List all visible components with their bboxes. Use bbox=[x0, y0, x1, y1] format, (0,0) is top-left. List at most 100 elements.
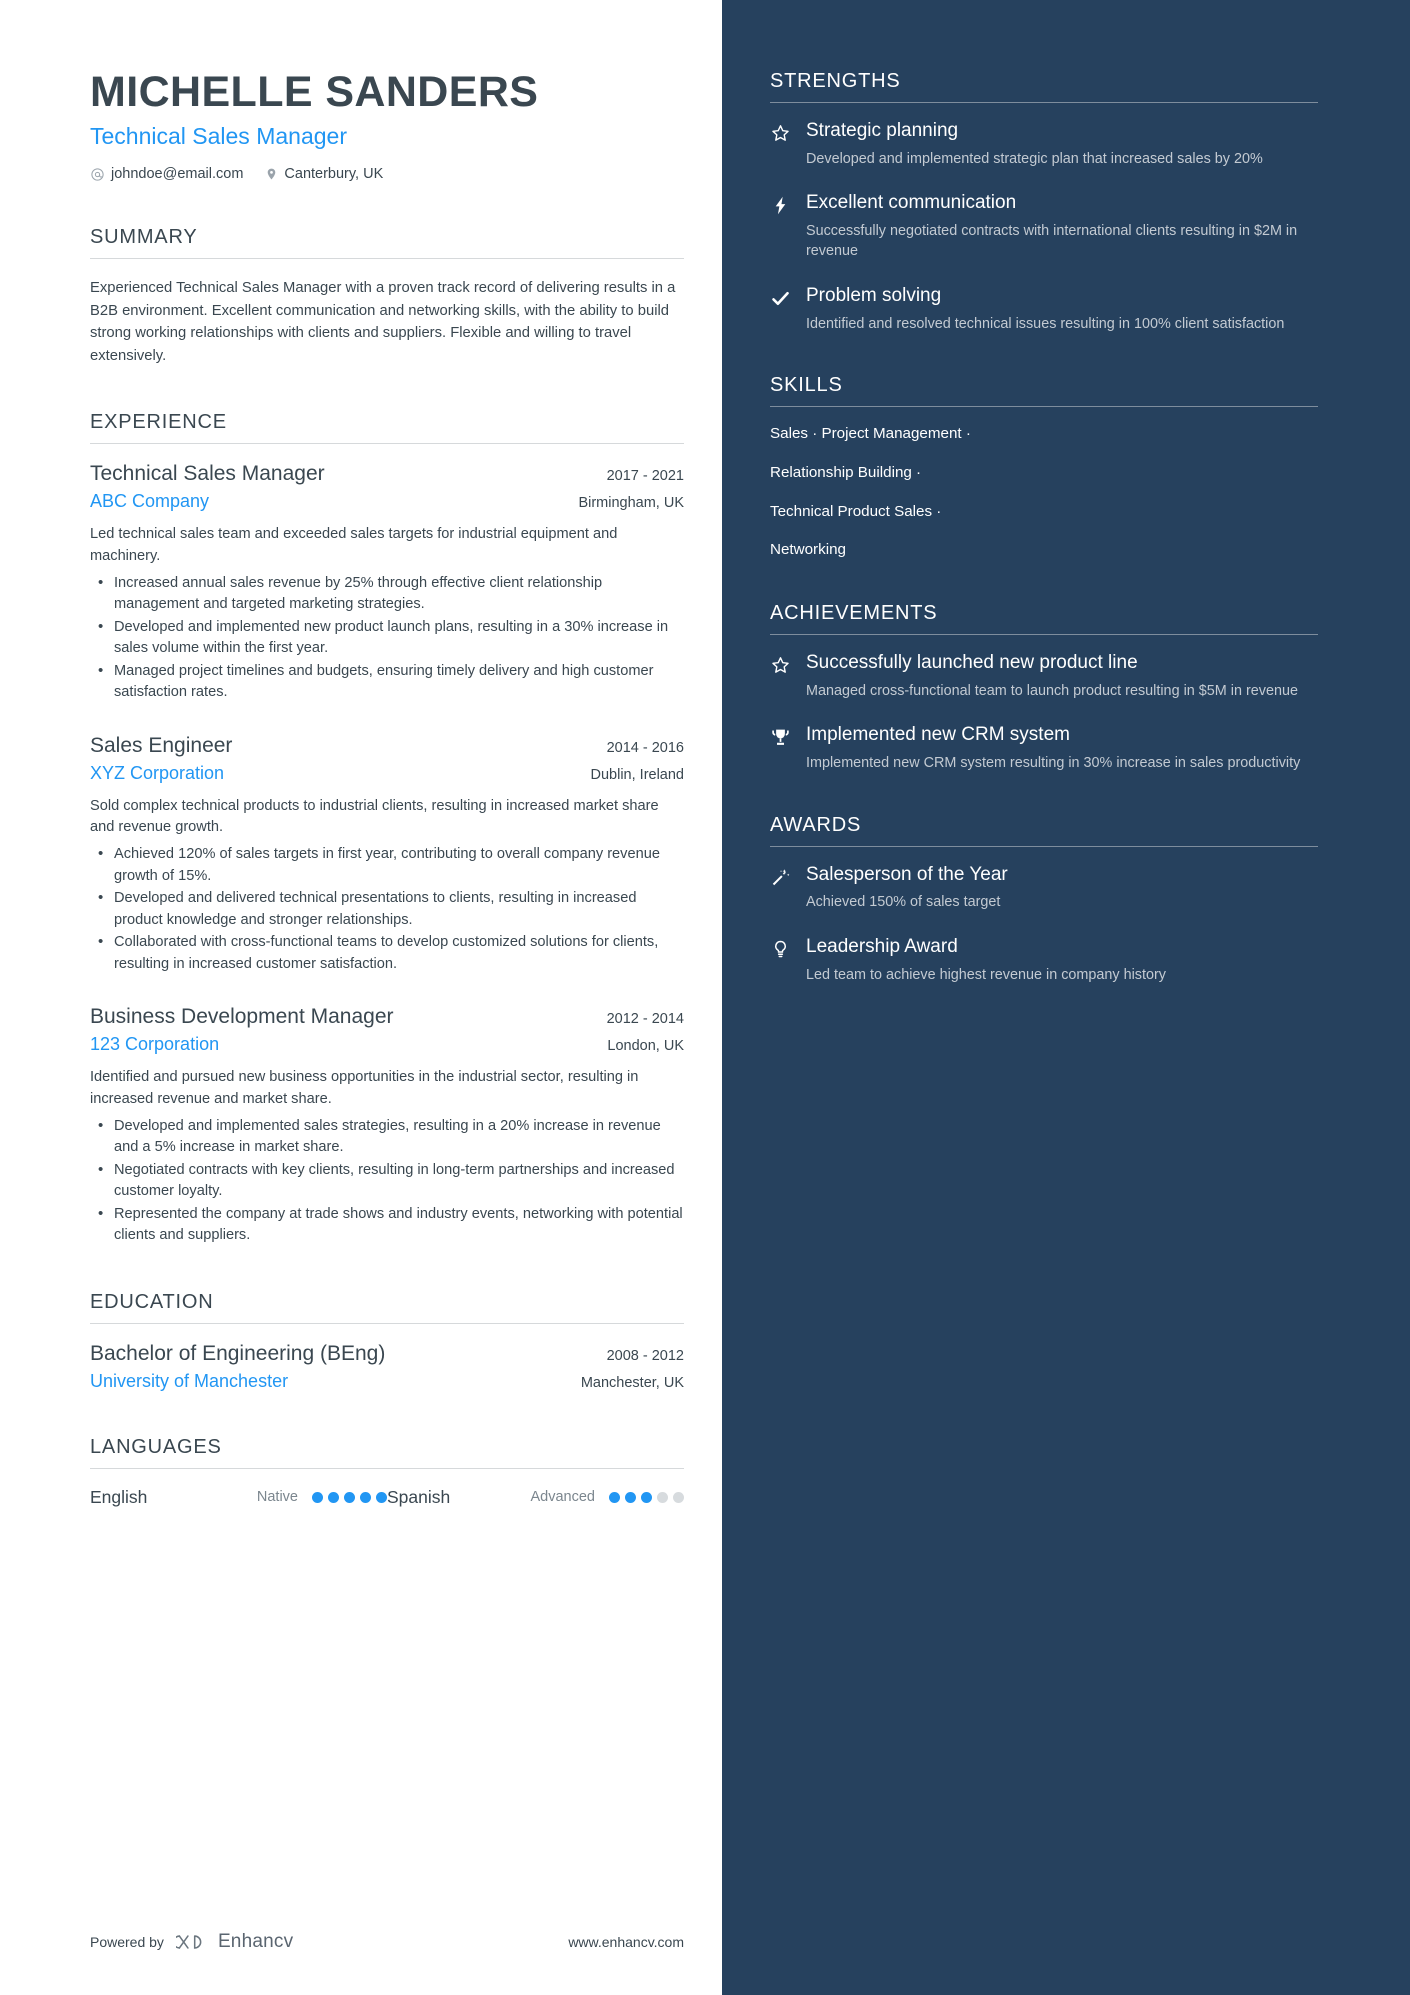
resume-page: MICHELLE SANDERS Technical Sales Manager… bbox=[0, 0, 1410, 1995]
job-bullet: Developed and delivered technical presen… bbox=[90, 887, 684, 931]
job-bullet: Developed and implemented sales strategi… bbox=[90, 1115, 684, 1159]
strengths-heading: STRENGTHS bbox=[770, 70, 901, 92]
rating-dot bbox=[673, 1491, 684, 1503]
magic-wand-icon bbox=[770, 863, 792, 913]
job-bullet: Developed and implemented new product la… bbox=[90, 616, 684, 660]
job-company[interactable]: XYZ Corporation bbox=[90, 763, 224, 784]
achievement-title: Successfully launched new product line bbox=[806, 652, 1138, 674]
job-location: Birmingham, UK bbox=[578, 495, 684, 512]
rating-dot bbox=[641, 1491, 652, 1503]
experience-entry: Technical Sales Manager 2017 - 2021 ABC … bbox=[90, 462, 684, 704]
language-name: Spanish bbox=[387, 1486, 451, 1507]
enhancv-logo: Enhancv bbox=[175, 1931, 294, 1953]
job-title: Sales Engineer bbox=[90, 733, 233, 757]
job-bullet: Achieved 120% of sales targets in first … bbox=[90, 843, 684, 887]
skills-section: SKILLS Sales · Project Management · Rela… bbox=[770, 374, 1318, 562]
skills-divider bbox=[770, 406, 1318, 408]
candidate-role: Technical Sales Manager bbox=[90, 123, 347, 150]
job-description: Led technical sales team and exceeded sa… bbox=[90, 526, 618, 564]
award-title: Leadership Award bbox=[806, 935, 958, 957]
achievement-item: Successfully launched new product line M… bbox=[770, 651, 1318, 701]
languages-row: English Native Spanish Advanced bbox=[90, 1487, 684, 1508]
strength-item: Problem solving Identified and resolved … bbox=[770, 284, 1318, 334]
awards-heading: AWARDS bbox=[770, 813, 862, 836]
job-bullets: Achieved 120% of sales targets in first … bbox=[90, 843, 684, 975]
education-heading: EDUCATION bbox=[90, 1290, 214, 1313]
award-description: Led team to achieve highest revenue in c… bbox=[806, 966, 1166, 983]
award-description: Achieved 150% of sales target bbox=[806, 894, 1001, 911]
page-title: MICHELLE SANDERS Technical Sales Manager… bbox=[90, 68, 684, 182]
achievements-heading: ACHIEVEMENTS bbox=[770, 602, 938, 625]
experience-section: EXPERIENCE Technical Sales Manager 2017 … bbox=[90, 411, 684, 1247]
job-dates: 2014 - 2016 bbox=[606, 739, 684, 756]
summary-divider bbox=[90, 258, 684, 260]
strength-item: Excellent communication Successfully neg… bbox=[770, 191, 1318, 262]
contact-row: johndoe@email.com Canterbury, UK bbox=[90, 166, 684, 182]
achievement-item: Implemented new CRM system Implemented n… bbox=[770, 723, 1318, 773]
contact-location: Canterbury, UK bbox=[265, 166, 383, 182]
trophy-icon bbox=[770, 723, 792, 773]
strength-item: Strategic planning Developed and impleme… bbox=[770, 119, 1318, 169]
experience-entry: Sales Engineer 2014 - 2016 XYZ Corporati… bbox=[90, 734, 684, 976]
footer: Powered by Enhancv www.enhancv.com bbox=[90, 1931, 684, 1953]
education-section: EDUCATION Bachelor of Engineering (BEng)… bbox=[90, 1291, 684, 1392]
powered-by-label: Powered by bbox=[90, 1934, 164, 1950]
language-level: Native bbox=[256, 1489, 298, 1506]
award-title: Salesperson of the Year bbox=[806, 863, 1008, 885]
job-title: Business Development Manager bbox=[90, 1005, 394, 1029]
job-dates: 2012 - 2014 bbox=[606, 1011, 684, 1028]
rating-dot bbox=[344, 1491, 355, 1503]
sidebar: STRENGTHS Strategic planning Developed a… bbox=[722, 0, 1410, 1995]
language-item: English Native bbox=[90, 1487, 387, 1508]
skills-heading: SKILLS bbox=[770, 374, 843, 397]
job-company[interactable]: 123 Corporation bbox=[90, 1034, 219, 1055]
languages-divider bbox=[90, 1467, 684, 1469]
main-column: MICHELLE SANDERS Technical Sales Manager… bbox=[0, 0, 722, 1995]
language-rating-dots bbox=[312, 1491, 387, 1503]
language-level: Advanced bbox=[530, 1489, 596, 1506]
email-icon bbox=[90, 167, 105, 182]
skill-line: Technical Product Sales · bbox=[770, 502, 942, 520]
job-description: Identified and pursued new business oppo… bbox=[90, 1069, 639, 1107]
degree-title: Bachelor of Engineering (BEng) bbox=[90, 1341, 386, 1365]
website-url[interactable]: www.enhancv.com bbox=[568, 1934, 684, 1950]
rating-dot bbox=[625, 1491, 636, 1503]
achievement-description: Managed cross-functional team to launch … bbox=[806, 683, 1298, 699]
enhancv-brand-name: Enhancv bbox=[217, 1931, 294, 1952]
language-item: Spanish Advanced bbox=[387, 1487, 684, 1508]
job-description: Sold complex technical products to indus… bbox=[90, 797, 659, 836]
job-bullet: Collaborated with cross-functional teams… bbox=[90, 931, 684, 975]
skill-line: Networking bbox=[770, 541, 846, 559]
job-company[interactable]: ABC Company bbox=[90, 491, 209, 512]
languages-heading: LANGUAGES bbox=[90, 1435, 222, 1458]
degree-dates: 2008 - 2012 bbox=[606, 1347, 684, 1364]
school-location: Manchester, UK bbox=[580, 1374, 684, 1391]
school-name[interactable]: University of Manchester bbox=[90, 1371, 288, 1392]
job-bullet: Negotiated contracts with key clients, r… bbox=[90, 1159, 684, 1203]
achievement-title: Implemented new CRM system bbox=[806, 724, 1070, 746]
job-bullet: Increased annual sales revenue by 25% th… bbox=[90, 572, 684, 616]
achievement-description: Implemented new CRM system resulting in … bbox=[806, 755, 1301, 772]
strengths-divider bbox=[770, 102, 1318, 103]
job-title: Technical Sales Manager bbox=[90, 462, 325, 486]
strength-description: Identified and resolved technical issues… bbox=[806, 315, 1285, 332]
candidate-name: MICHELLE SANDERS bbox=[90, 68, 539, 116]
education-divider bbox=[90, 1322, 684, 1324]
education-entry: Bachelor of Engineering (BEng) 2008 - 20… bbox=[90, 1342, 684, 1392]
strength-title: Strategic planning bbox=[806, 120, 959, 141]
rating-dot bbox=[312, 1491, 323, 1503]
experience-heading: EXPERIENCE bbox=[90, 411, 227, 434]
skill-line: Relationship Building · bbox=[770, 463, 922, 481]
rating-dot bbox=[328, 1491, 339, 1503]
lightbulb-icon bbox=[770, 935, 792, 985]
lightning-icon bbox=[770, 191, 792, 262]
job-location: London, UK bbox=[607, 1038, 684, 1055]
summary-heading: SUMMARY bbox=[90, 226, 198, 249]
strength-description: Developed and implemented strategic plan… bbox=[806, 150, 1263, 167]
strength-description: Successfully negotiated contracts with i… bbox=[806, 222, 1298, 260]
location-text: Canterbury, UK bbox=[284, 166, 384, 183]
email-text: johndoe@email.com bbox=[111, 166, 244, 183]
rating-dot bbox=[609, 1491, 620, 1503]
contact-email[interactable]: johndoe@email.com bbox=[90, 166, 243, 182]
experience-entry: Business Development Manager 2012 - 2014… bbox=[90, 1005, 684, 1247]
